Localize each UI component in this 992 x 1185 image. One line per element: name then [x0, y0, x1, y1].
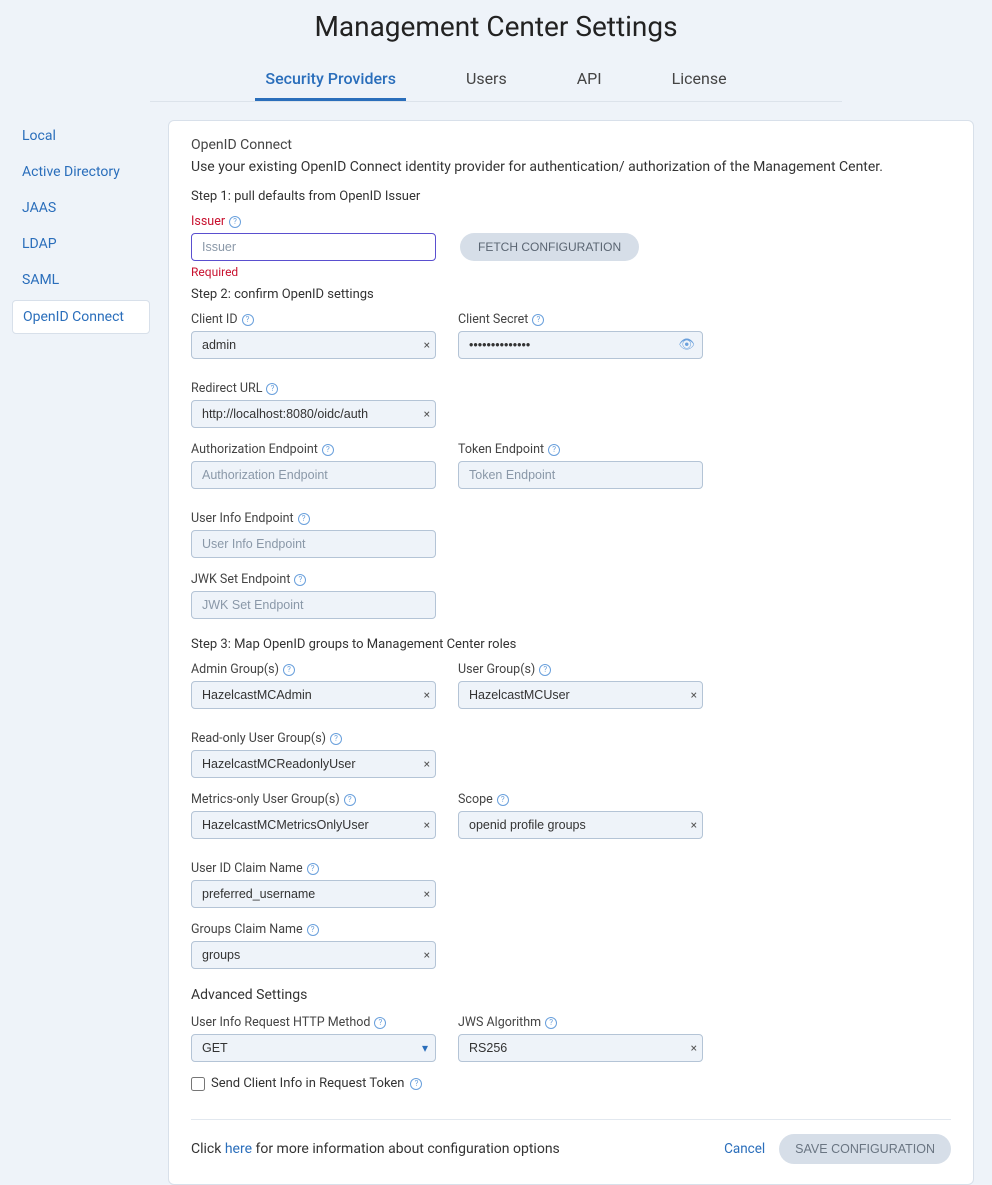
help-icon[interactable]: ? — [548, 444, 560, 456]
http-method-label: User Info Request HTTP Method? — [191, 1015, 436, 1030]
clear-icon[interactable]: × — [424, 688, 430, 702]
user-group-input[interactable] — [458, 681, 703, 709]
token-endpoint-input[interactable] — [458, 461, 703, 489]
groups-claim-input[interactable] — [191, 941, 436, 969]
redirect-url-input[interactable] — [191, 400, 436, 428]
sidebar-item-saml[interactable]: SAML — [12, 264, 150, 296]
save-configuration-button[interactable]: SAVE CONFIGURATION — [779, 1134, 951, 1164]
sidebar-item-local[interactable]: Local — [12, 120, 150, 152]
tab-users[interactable]: Users — [456, 61, 517, 101]
help-icon[interactable]: ? — [294, 574, 306, 586]
user-id-claim-label: User ID Claim Name? — [191, 861, 436, 876]
clear-icon[interactable]: × — [424, 338, 430, 352]
eye-icon[interactable]: 👁 — [678, 338, 695, 353]
sidebar-item-active-directory[interactable]: Active Directory — [12, 156, 150, 188]
clear-icon[interactable]: × — [424, 948, 430, 962]
clear-icon[interactable]: × — [424, 757, 430, 771]
help-icon[interactable]: ? — [497, 794, 509, 806]
help-icon[interactable]: ? — [266, 383, 278, 395]
client-id-input[interactable] — [191, 331, 436, 359]
issuer-label: Issuer ? — [191, 214, 436, 229]
scope-input[interactable] — [458, 811, 703, 839]
jwk-endpoint-input[interactable] — [191, 591, 436, 619]
tab-license[interactable]: License — [662, 61, 737, 101]
help-icon[interactable]: ? — [283, 664, 295, 676]
main-panel: OpenID Connect Use your existing OpenID … — [168, 120, 974, 1185]
send-client-info-label: Send Client Info in Request Token — [211, 1076, 404, 1091]
sidebar-item-ldap[interactable]: LDAP — [12, 228, 150, 260]
help-icon[interactable]: ? — [298, 513, 310, 525]
section-title: OpenID Connect — [191, 137, 951, 153]
user-info-endpoint-input[interactable] — [191, 530, 436, 558]
readonly-group-label: Read-only User Group(s)? — [191, 731, 436, 746]
token-endpoint-label: Token Endpoint? — [458, 442, 703, 457]
issuer-input[interactable] — [191, 233, 436, 261]
client-secret-input[interactable] — [458, 331, 703, 359]
metrics-group-label: Metrics-only User Group(s)? — [191, 792, 436, 807]
step-2-label: Step 2: confirm OpenID settings — [191, 287, 951, 302]
help-icon[interactable]: ? — [330, 733, 342, 745]
help-icon[interactable]: ? — [322, 444, 334, 456]
http-method-select[interactable]: GET — [191, 1034, 436, 1062]
groups-claim-label: Groups Claim Name? — [191, 922, 436, 937]
user-info-endpoint-label: User Info Endpoint? — [191, 511, 436, 526]
jwk-endpoint-label: JWK Set Endpoint? — [191, 572, 436, 587]
advanced-settings-title: Advanced Settings — [191, 987, 951, 1003]
scope-label: Scope? — [458, 792, 703, 807]
auth-endpoint-label: Authorization Endpoint? — [191, 442, 436, 457]
fetch-configuration-button[interactable]: FETCH CONFIGURATION — [460, 233, 639, 261]
metrics-group-input[interactable] — [191, 811, 436, 839]
issuer-error: Required — [191, 265, 436, 279]
user-id-claim-input[interactable] — [191, 880, 436, 908]
divider — [191, 1119, 951, 1120]
send-client-info-checkbox[interactable] — [191, 1077, 205, 1091]
tab-api[interactable]: API — [567, 61, 612, 101]
jws-alg-label: JWS Algorithm? — [458, 1015, 703, 1030]
auth-endpoint-input[interactable] — [191, 461, 436, 489]
sidebar-item-jaas[interactable]: JAAS — [12, 192, 150, 224]
help-icon[interactable]: ? — [410, 1078, 422, 1090]
help-icon[interactable]: ? — [545, 1017, 557, 1029]
client-id-label: Client ID? — [191, 312, 436, 327]
clear-icon[interactable]: × — [691, 688, 697, 702]
footer-text: Click here for more information about co… — [191, 1141, 560, 1157]
client-secret-label: Client Secret? — [458, 312, 703, 327]
admin-group-label: Admin Group(s)? — [191, 662, 436, 677]
section-desc: Use your existing OpenID Connect identit… — [191, 159, 951, 175]
jws-alg-input[interactable] — [458, 1034, 703, 1062]
help-icon[interactable]: ? — [374, 1017, 386, 1029]
help-icon[interactable]: ? — [229, 216, 241, 228]
help-icon[interactable]: ? — [307, 863, 319, 875]
admin-group-input[interactable] — [191, 681, 436, 709]
user-group-label: User Group(s)? — [458, 662, 703, 677]
step-3-label: Step 3: Map OpenID groups to Management … — [191, 637, 951, 652]
readonly-group-input[interactable] — [191, 750, 436, 778]
help-icon[interactable]: ? — [539, 664, 551, 676]
clear-icon[interactable]: × — [424, 818, 430, 832]
help-icon[interactable]: ? — [242, 314, 254, 326]
sidebar: Local Active Directory JAAS LDAP SAML Op… — [0, 120, 150, 1185]
tabs: Security Providers Users API License — [150, 61, 842, 102]
help-icon[interactable]: ? — [532, 314, 544, 326]
cancel-button[interactable]: Cancel — [724, 1141, 765, 1157]
clear-icon[interactable]: × — [424, 407, 430, 421]
sidebar-item-openid-connect[interactable]: OpenID Connect — [12, 300, 150, 334]
redirect-url-label: Redirect URL? — [191, 381, 436, 396]
step-1-label: Step 1: pull defaults from OpenID Issuer — [191, 189, 951, 204]
clear-icon[interactable]: × — [691, 1041, 697, 1055]
help-icon[interactable]: ? — [344, 794, 356, 806]
tab-security-providers[interactable]: Security Providers — [255, 61, 406, 101]
clear-icon[interactable]: × — [424, 887, 430, 901]
help-icon[interactable]: ? — [307, 924, 319, 936]
clear-icon[interactable]: × — [691, 818, 697, 832]
here-link[interactable]: here — [225, 1141, 252, 1157]
page-title: Management Center Settings — [0, 0, 992, 61]
